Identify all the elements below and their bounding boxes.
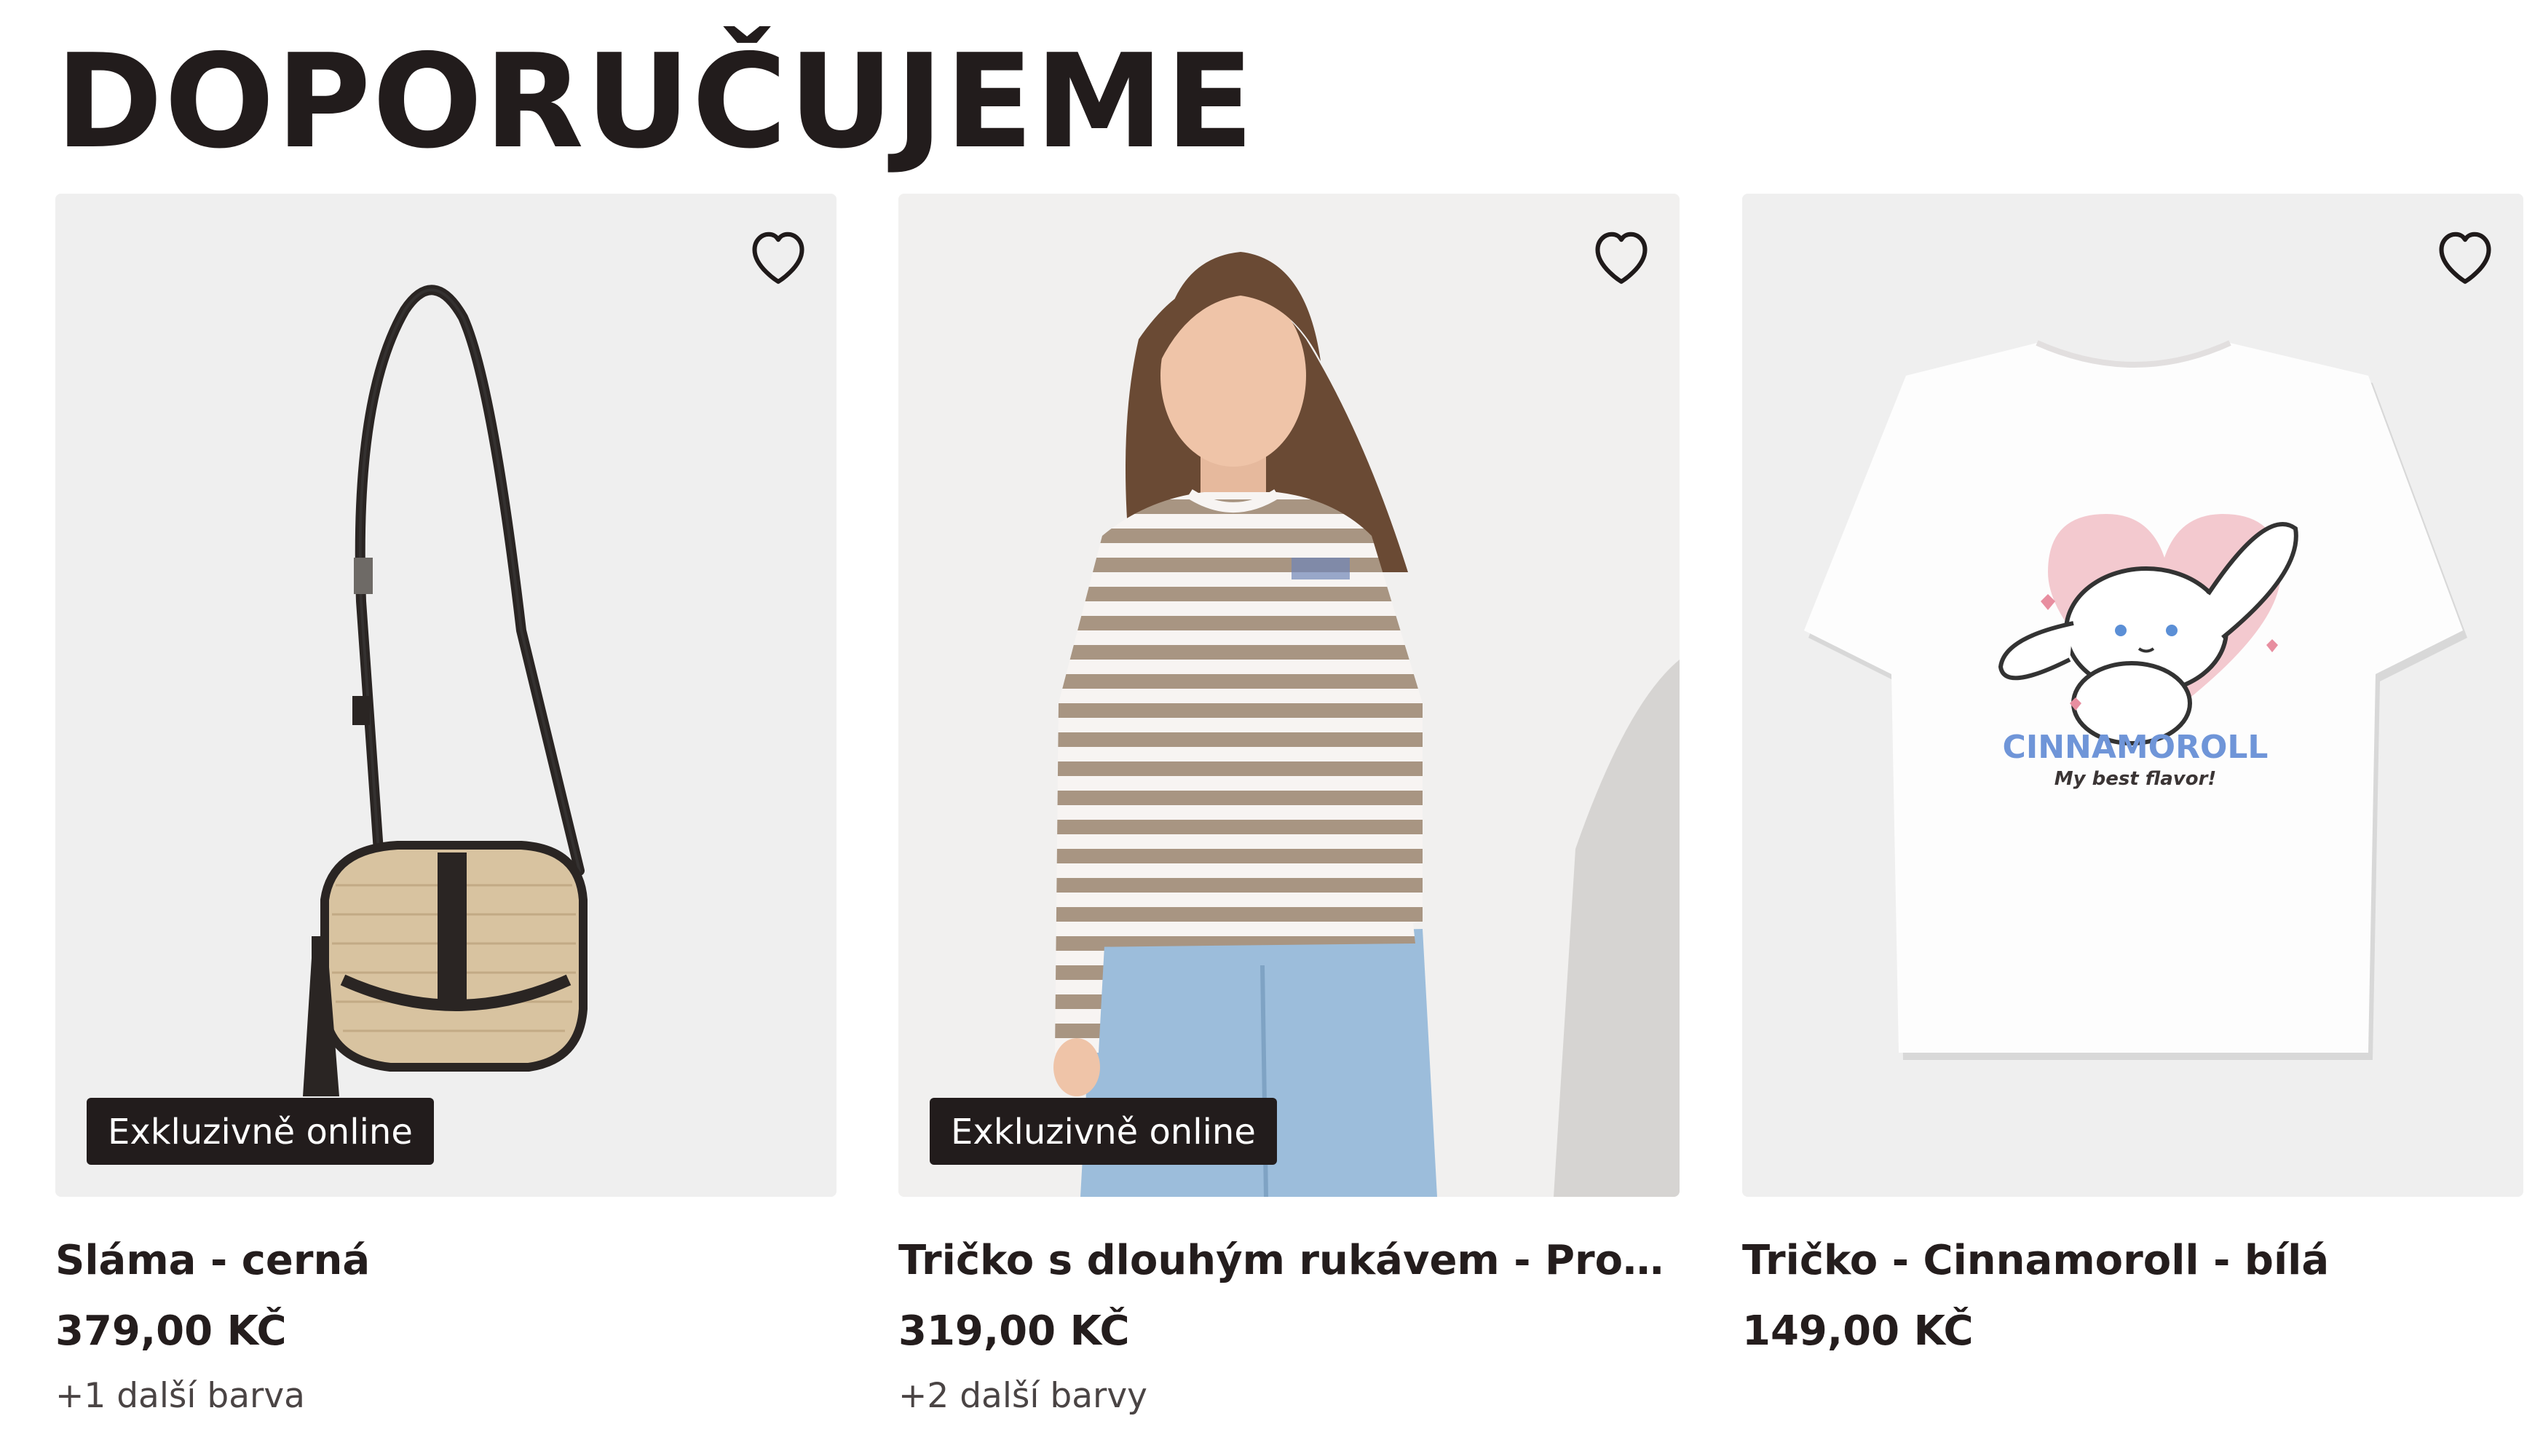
wishlist-button[interactable]	[1583, 217, 1659, 293]
exclusive-online-badge: Exkluzivně online	[87, 1098, 434, 1165]
print-title: CINNAMOROLL	[2003, 729, 2269, 766]
section-title: DOPORUČUJEME	[55, 26, 1256, 177]
product-price: 149,00 KČ	[1742, 1307, 1974, 1356]
product-price: 379,00 KČ	[55, 1307, 287, 1356]
more-colors-link[interactable]: +1 další barva	[55, 1376, 837, 1417]
exclusive-online-badge: Exkluzivně online	[930, 1098, 1277, 1165]
product-name[interactable]: Tričko - Cinnamoroll - bílá	[1742, 1236, 2523, 1285]
product-card[interactable]: Exkluzivně online Tričko s dlouhým rukáv…	[898, 194, 1680, 1417]
wishlist-button[interactable]	[2427, 217, 2503, 293]
heart-outline-icon	[1595, 232, 1648, 284]
bag-image	[55, 194, 837, 1197]
tshirt-image: CINNAMOROLL My best flavor!	[1742, 194, 2523, 1197]
heart-outline-icon	[2439, 232, 2491, 284]
product-name[interactable]: Tričko s dlouhým rukávem - Proužky - ...	[898, 1236, 1680, 1285]
product-image[interactable]: CINNAMOROLL My best flavor!	[1742, 194, 2523, 1197]
product-image[interactable]: Exkluzivně online	[898, 194, 1680, 1197]
recommendations-section: DOPORUČUJEME Exkluzivně online Sláma - c…	[0, 0, 2543, 1456]
product-card[interactable]: Exkluzivně online Sláma - cerná 379,00 K…	[55, 194, 837, 1417]
product-name[interactable]: Sláma - cerná	[55, 1236, 837, 1285]
model-image	[898, 194, 1680, 1197]
product-price: 319,00 KČ	[898, 1307, 1130, 1356]
more-colors-link[interactable]: +2 další barvy	[898, 1376, 1680, 1417]
print-subtitle: My best flavor!	[2054, 768, 2217, 790]
wishlist-button[interactable]	[740, 217, 816, 293]
product-image[interactable]: Exkluzivně online	[55, 194, 837, 1197]
product-card[interactable]: CINNAMOROLL My best flavor! Tričko - Cin…	[1742, 194, 2523, 1356]
heart-outline-icon	[752, 232, 804, 284]
